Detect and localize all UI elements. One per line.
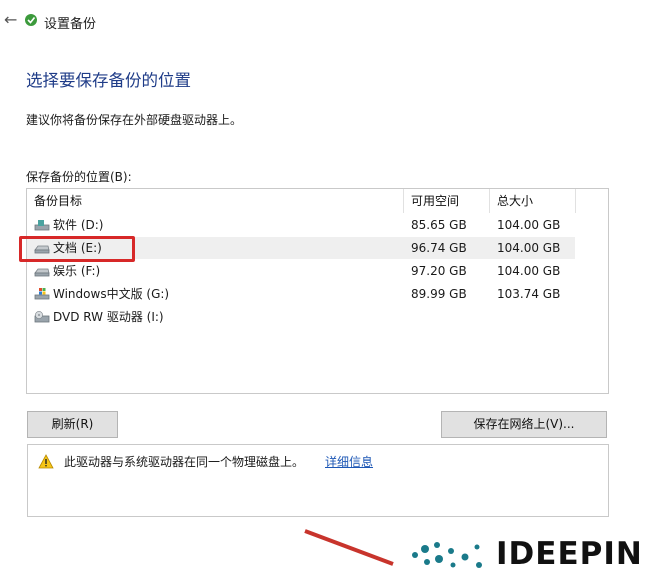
selection-highlight-box <box>19 236 135 262</box>
details-link[interactable]: 详细信息 <box>325 453 373 470</box>
drive-total: 104.00 GB <box>497 218 561 232</box>
drive-total: 104.00 GB <box>497 241 561 255</box>
column-header-free[interactable]: 可用空间 <box>404 189 490 213</box>
refresh-button[interactable]: 刷新(R) <box>27 411 118 438</box>
drive-row-d[interactable]: 软件 (D:) 85.65 GB 104.00 GB <box>27 214 575 236</box>
drive-free: 96.74 GB <box>411 241 467 255</box>
watermark-logo: IDEEPIN <box>405 535 650 573</box>
back-arrow-icon[interactable]: ← <box>4 11 17 29</box>
dvd-drive-icon <box>34 310 50 322</box>
title-bar: ← 设置备份 <box>0 0 650 44</box>
watermark-text: IDEEPIN <box>496 536 643 572</box>
backup-location-label: 保存备份的位置(B): <box>26 170 132 184</box>
column-header-total[interactable]: 总大小 <box>490 189 576 213</box>
save-on-network-button[interactable]: 保存在网络上(V)... <box>441 411 607 438</box>
drive-name: Windows中文版 (G:) <box>53 287 170 301</box>
drive-total: 103.74 GB <box>497 287 561 301</box>
drive-total: 104.00 GB <box>497 264 561 278</box>
drive-free: 89.99 GB <box>411 287 467 301</box>
drive-row-f[interactable]: 娱乐 (F:) 97.20 GB 104.00 GB <box>27 260 575 282</box>
drive-free: 85.65 GB <box>411 218 467 232</box>
drive-name: DVD RW 驱动器 (I:) <box>53 310 164 324</box>
warning-icon <box>38 454 54 469</box>
red-annotation-arrow <box>304 529 394 566</box>
drive-name: 娱乐 (F:) <box>53 264 101 278</box>
column-header-target[interactable]: 备份目标 <box>27 189 404 213</box>
drive-free: 97.20 GB <box>411 264 467 278</box>
warning-text: 此驱动器与系统驱动器在同一个物理磁盘上。 <box>64 455 305 469</box>
drive-row-g[interactable]: Windows中文版 (G:) 89.99 GB 103.74 GB <box>27 283 575 305</box>
list-header: 备份目标 可用空间 总大小 <box>27 189 608 213</box>
windows-drive-icon <box>34 287 50 299</box>
drive-name: 软件 (D:) <box>53 218 104 232</box>
drive-row-i[interactable]: DVD RW 驱动器 (I:) <box>27 306 575 328</box>
info-panel: 此驱动器与系统驱动器在同一个物理磁盘上。 详细信息 <box>27 444 609 517</box>
logo-dots-icon <box>412 542 482 568</box>
backup-app-icon <box>25 14 37 26</box>
window-title: 设置备份 <box>44 17 97 32</box>
instruction-text: 建议你将备份保存在外部硬盘驱动器上。 <box>26 113 243 127</box>
drive-icon <box>34 268 50 276</box>
drive-share-icon <box>34 219 50 230</box>
page-heading: 选择要保存备份的位置 <box>26 71 191 90</box>
backup-location-list[interactable]: 备份目标 可用空间 总大小 软件 (D:) 85.65 GB 104.00 GB… <box>26 188 609 394</box>
